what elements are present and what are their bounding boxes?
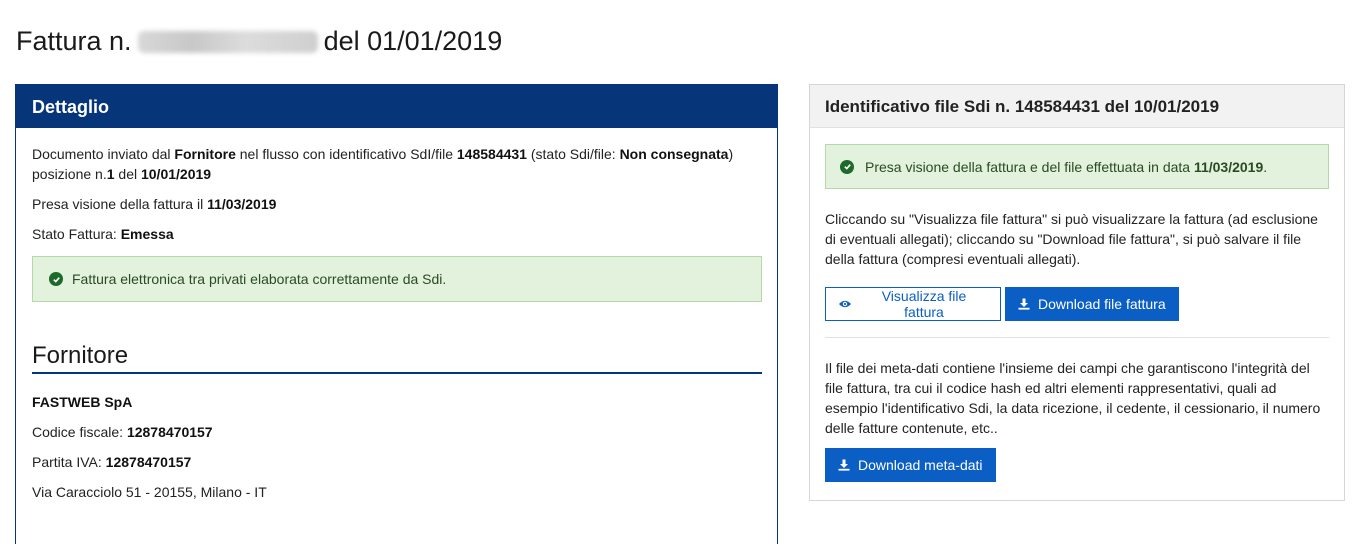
viewed-alert: Presa visione della fattura e del file e… [825, 144, 1329, 189]
download-icon [1018, 298, 1030, 310]
page-title-suffix: del 01/01/2019 [323, 26, 503, 56]
detail-panel: Dettaglio Documento inviato dal Fornitor… [15, 84, 778, 544]
download-file-button-label: Download file fattura [1038, 296, 1166, 312]
download-metadata-button[interactable]: Download meta-dati [825, 448, 996, 482]
success-alert-text: Fattura elettronica tra privati elaborat… [72, 271, 447, 287]
check-circle-icon [49, 272, 63, 286]
sdi-file-panel: Identificativo file Sdi n. 148584431 del… [809, 84, 1345, 501]
detail-panel-body: Documento inviato dal Fornitore nel flus… [16, 128, 777, 502]
supplier-section-title: Fornitore [32, 344, 762, 374]
supplier-details: FASTWEB SpA Codice fiscale: 12878470157 … [32, 392, 761, 502]
redacted-invoice-number [137, 30, 318, 53]
supplier-tax-code: Codice fiscale: 12878470157 [32, 424, 213, 440]
supplier-address: Via Caracciolo 51 - 20155, Milano - IT [32, 484, 267, 500]
viewed-info: Presa visione della fattura il 11/03/201… [32, 196, 277, 212]
view-file-button[interactable]: Visualizza file fattura [825, 287, 1001, 321]
supplier-vat: Partita IVA: 12878470157 [32, 454, 192, 470]
sdi-file-panel-body: Presa visione della fattura e del file e… [810, 128, 1344, 482]
download-metadata-button-label: Download meta-dati [858, 457, 983, 473]
detail-panel-header: Dettaglio [16, 85, 777, 128]
page-title: Fattura n. del 01/01/2019 [16, 26, 502, 57]
success-alert: Fattura elettronica tra privati elaborat… [32, 256, 762, 302]
page-title-prefix: Fattura n. [16, 26, 132, 56]
metadata-description: Il file dei meta-dati contiene l'insieme… [825, 360, 1321, 436]
download-icon [838, 459, 850, 471]
document-info: Documento inviato dal Fornitore nel flus… [32, 146, 734, 182]
viewed-alert-text: Presa visione della fattura e del file e… [865, 158, 1268, 175]
invoice-status: Stato Fattura: Emessa [32, 226, 174, 242]
file-actions: Visualizza file fattura Download file fa… [825, 287, 1328, 321]
eye-icon [838, 299, 852, 309]
download-file-button[interactable]: Download file fattura [1005, 287, 1179, 321]
supplier-name: FASTWEB SpA [32, 394, 133, 410]
view-file-button-label: Visualizza file fattura [881, 288, 967, 320]
sdi-file-panel-header: Identificativo file Sdi n. 148584431 del… [810, 85, 1344, 128]
divider [825, 337, 1329, 338]
file-description: Cliccando su "Visualizza file fattura" s… [825, 211, 1318, 267]
check-circle-icon [840, 159, 854, 174]
